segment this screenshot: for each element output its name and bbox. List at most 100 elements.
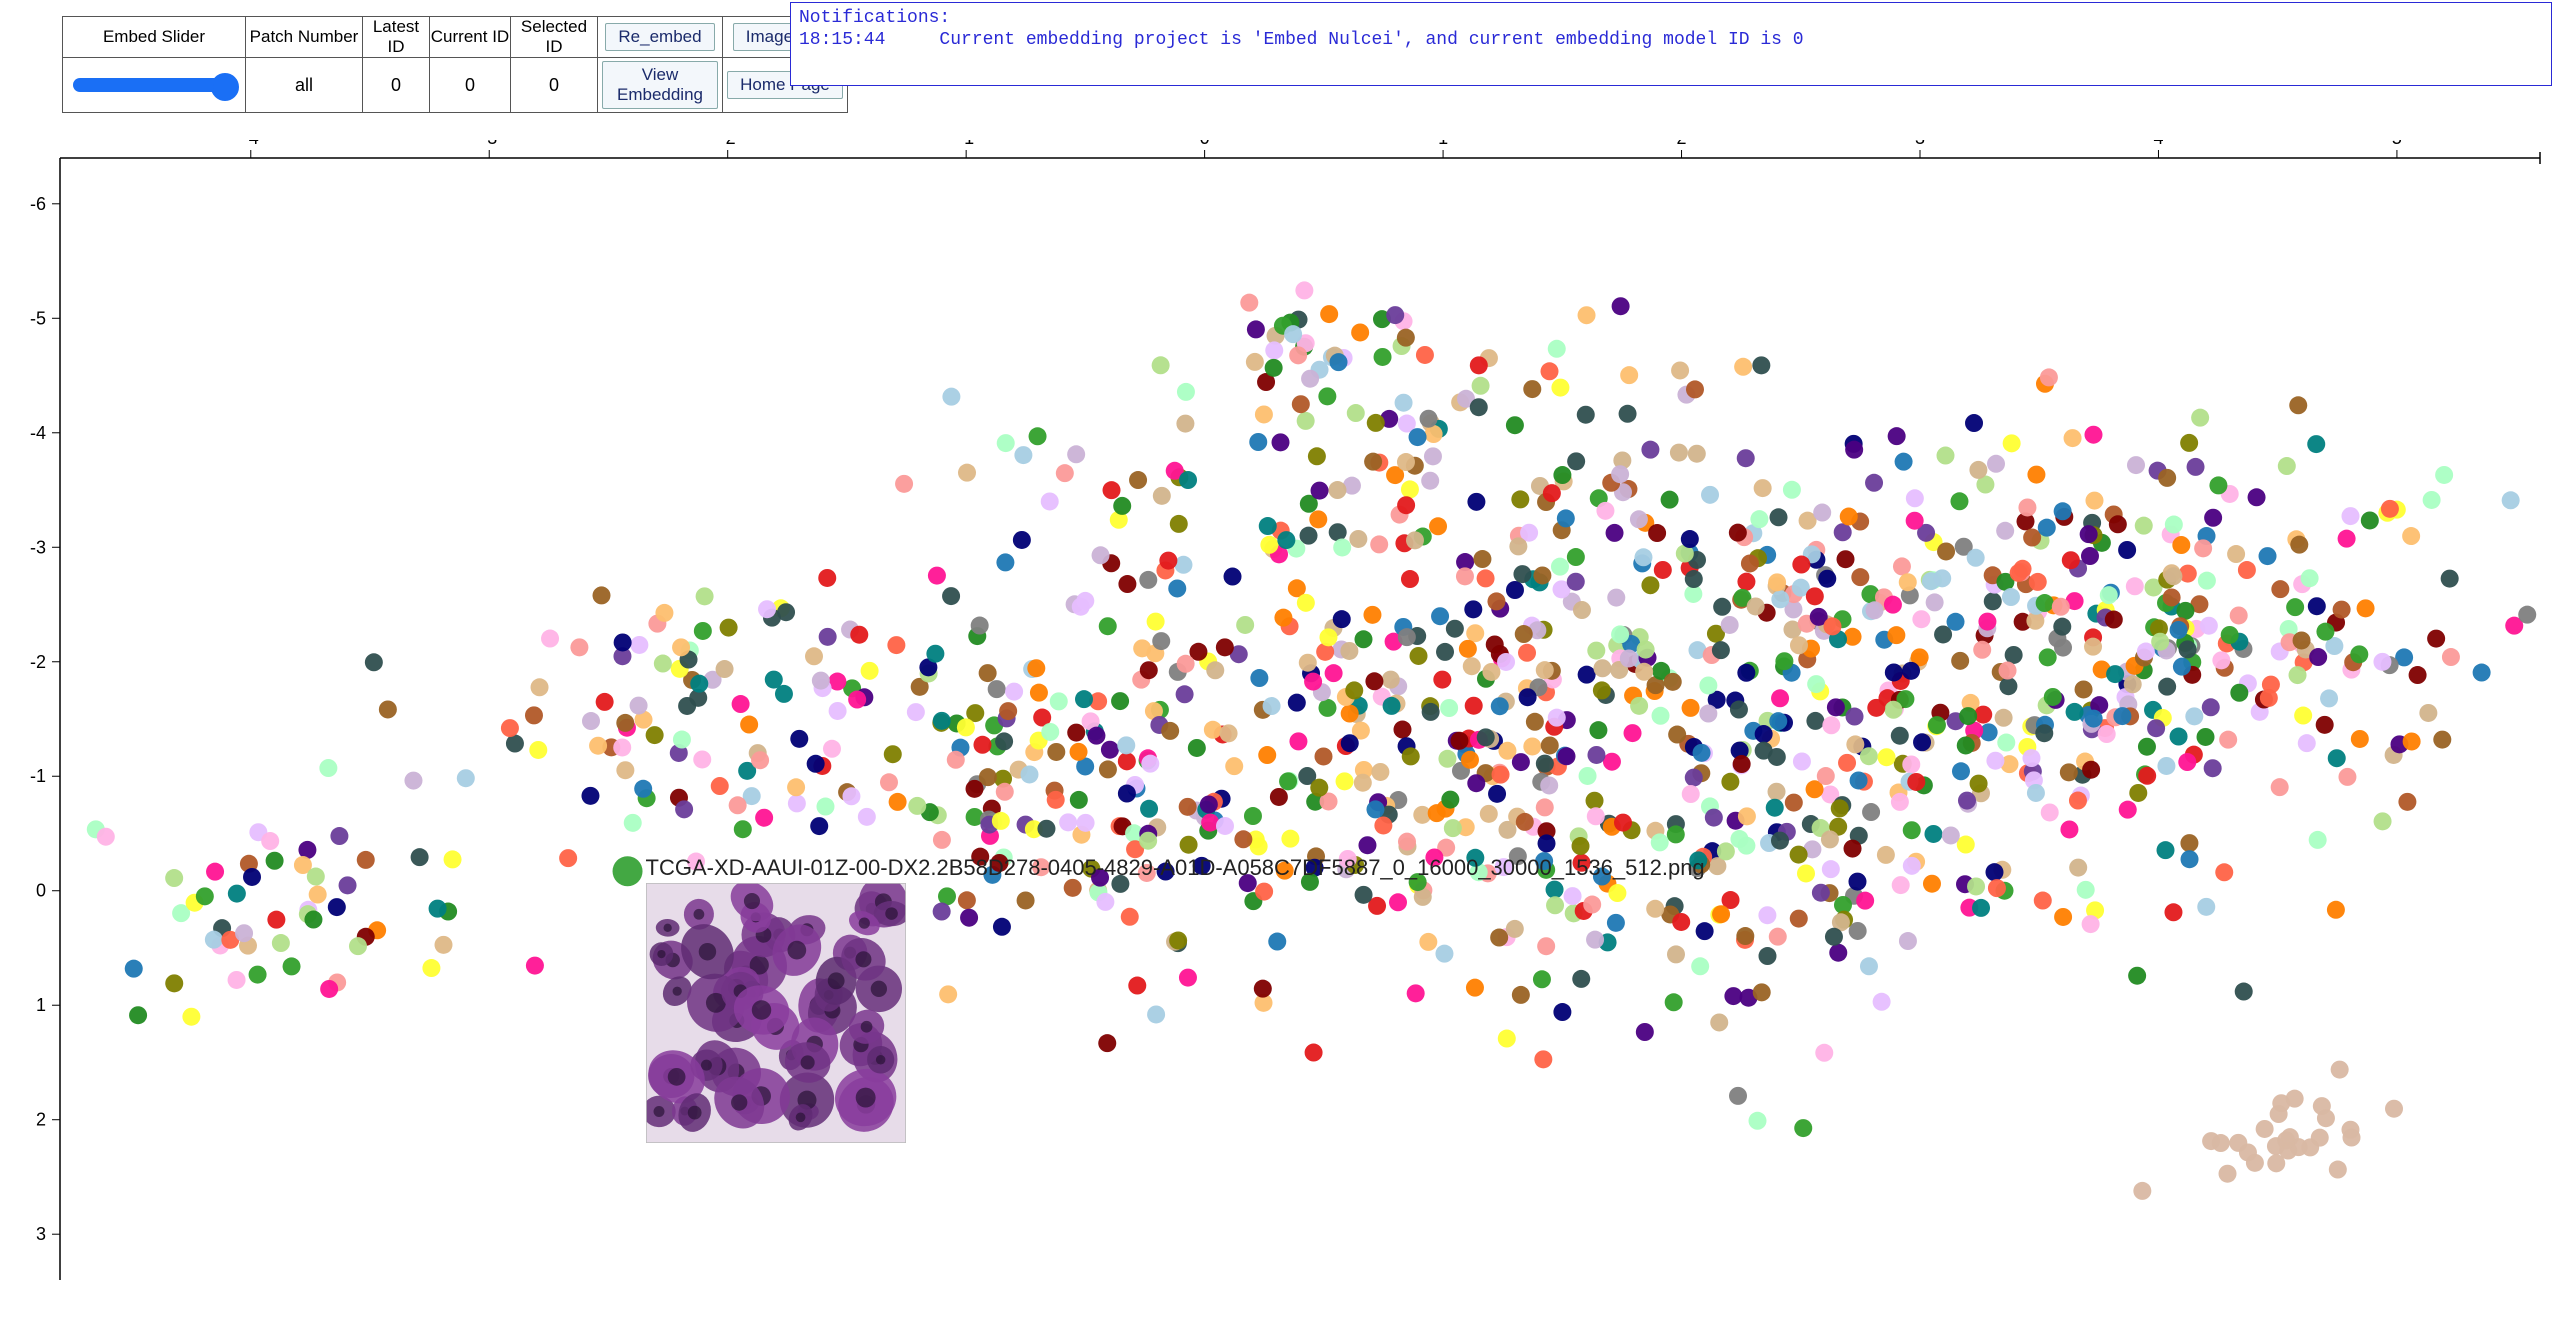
embedding-point[interactable] xyxy=(1374,348,1392,366)
embedding-point[interactable] xyxy=(1480,805,1498,823)
embedding-point[interactable] xyxy=(1892,876,1910,894)
embedding-point[interactable] xyxy=(129,1006,147,1024)
embedding-point[interactable] xyxy=(2179,640,2197,658)
embedding-point[interactable] xyxy=(933,712,951,730)
embedding-point[interactable] xyxy=(2018,498,2036,516)
embedding-point[interactable] xyxy=(694,622,712,640)
embedding-point[interactable] xyxy=(1821,830,1839,848)
embedding-scatter[interactable]: -4-3-2-1012345-6-5-4-3-2-10123 xyxy=(0,140,2560,1300)
embedding-point[interactable] xyxy=(1467,774,1485,792)
embedding-point[interactable] xyxy=(1790,636,1808,654)
embedding-point[interactable] xyxy=(1793,752,1811,770)
embedding-point[interactable] xyxy=(2204,509,2222,527)
embedding-point[interactable] xyxy=(2381,500,2399,518)
embedding-point[interactable] xyxy=(2164,567,2182,585)
embedding-point[interactable] xyxy=(2238,561,2256,579)
embedding-point[interactable] xyxy=(1168,579,1186,597)
embedding-point[interactable] xyxy=(1177,383,1195,401)
embedding-point[interactable] xyxy=(2320,689,2338,707)
embedding-point[interactable] xyxy=(1682,699,1700,717)
embedding-point[interactable] xyxy=(1425,848,1443,866)
embedding-point[interactable] xyxy=(630,697,648,715)
embedding-point[interactable] xyxy=(1926,593,1944,611)
embedding-point[interactable] xyxy=(97,828,115,846)
embedding-point[interactable] xyxy=(634,780,652,798)
embedding-point[interactable] xyxy=(2227,545,2245,563)
embedding-point[interactable] xyxy=(816,798,834,816)
embedding-point[interactable] xyxy=(1255,405,1273,423)
embedding-point[interactable] xyxy=(939,985,957,1003)
embedding-point[interactable] xyxy=(1436,643,1454,661)
embedding-point[interactable] xyxy=(2259,547,2277,565)
embedding-point[interactable] xyxy=(1422,703,1440,721)
embedding-point[interactable] xyxy=(1969,461,1987,479)
embedding-point[interactable] xyxy=(2423,491,2441,509)
embedding-point[interactable] xyxy=(2084,426,2102,444)
embedding-point[interactable] xyxy=(2209,476,2227,494)
embedding-point[interactable] xyxy=(2127,456,2145,474)
embedding-point[interactable] xyxy=(2165,516,2183,534)
embedding-point[interactable] xyxy=(1712,641,1730,659)
embedding-point[interactable] xyxy=(1174,556,1192,574)
embedding-point[interactable] xyxy=(1749,1112,1767,1130)
embedding-point[interactable] xyxy=(1429,517,1447,535)
embedding-point[interactable] xyxy=(1712,905,1730,923)
embedding-point[interactable] xyxy=(2350,645,2368,663)
embedding-point[interactable] xyxy=(349,937,367,955)
embedding-point[interactable] xyxy=(765,671,783,689)
embedding-point[interactable] xyxy=(1401,480,1419,498)
embedding-point[interactable] xyxy=(1685,570,1703,588)
embedding-point[interactable] xyxy=(1118,575,1136,593)
embedding-point[interactable] xyxy=(993,918,1011,936)
embedding-point[interactable] xyxy=(1059,813,1077,831)
embedding-point[interactable] xyxy=(2172,536,2190,554)
embedding-point[interactable] xyxy=(1596,502,1614,520)
embedding-point[interactable] xyxy=(1349,530,1367,548)
embedding-point[interactable] xyxy=(1351,323,1369,341)
embedding-point[interactable] xyxy=(1902,755,1920,773)
embedding-point[interactable] xyxy=(1813,504,1831,522)
embedding-point[interactable] xyxy=(1152,356,1170,374)
embedding-point[interactable] xyxy=(1985,863,2003,881)
embedding-point[interactable] xyxy=(1851,568,1869,586)
embedding-point[interactable] xyxy=(319,759,337,777)
embedding-point[interactable] xyxy=(2309,831,2327,849)
embedding-point[interactable] xyxy=(1179,798,1197,816)
embedding-point[interactable] xyxy=(907,703,925,721)
embedding-point[interactable] xyxy=(1884,701,1902,719)
embedding-point[interactable] xyxy=(1393,721,1411,739)
embedding-point[interactable] xyxy=(2374,812,2392,830)
embedding-point[interactable] xyxy=(1834,523,1852,541)
embedding-point[interactable] xyxy=(235,924,253,942)
embedding-point[interactable] xyxy=(1358,836,1376,854)
embedding-point[interactable] xyxy=(1383,697,1401,715)
embedding-point[interactable] xyxy=(1419,933,1437,951)
embedding-point[interactable] xyxy=(2333,601,2351,619)
embedding-point[interactable] xyxy=(1206,661,1224,679)
embedding-point[interactable] xyxy=(2138,767,2156,785)
embedding-point[interactable] xyxy=(1579,767,1597,785)
embedding-point[interactable] xyxy=(1409,428,1427,446)
embedding-point[interactable] xyxy=(2036,594,2054,612)
embedding-point[interactable] xyxy=(1513,565,1531,583)
embedding-point[interactable] xyxy=(1543,484,1561,502)
embedding-point[interactable] xyxy=(1922,572,1940,590)
embedding-point[interactable] xyxy=(1942,826,1960,844)
embedding-point[interactable] xyxy=(1906,489,1924,507)
embedding-point[interactable] xyxy=(933,903,951,921)
embedding-point[interactable] xyxy=(2027,466,2045,484)
embedding-point[interactable] xyxy=(1652,707,1670,725)
embedding-point[interactable] xyxy=(1721,773,1739,791)
embedding-point[interactable] xyxy=(1265,359,1283,377)
embedding-point[interactable] xyxy=(2338,768,2356,786)
embedding-point[interactable] xyxy=(330,827,348,845)
embedding-point[interactable] xyxy=(2230,684,2248,702)
embedding-point[interactable] xyxy=(1884,596,1902,614)
embedding-point[interactable] xyxy=(1220,724,1238,742)
embedding-point[interactable] xyxy=(1224,568,1242,586)
embedding-point[interactable] xyxy=(1488,785,1506,803)
embedding-point[interactable] xyxy=(529,741,547,759)
embedding-point[interactable] xyxy=(1320,305,1338,323)
embedding-point[interactable] xyxy=(823,740,841,758)
embedding-point[interactable] xyxy=(1827,698,1845,716)
